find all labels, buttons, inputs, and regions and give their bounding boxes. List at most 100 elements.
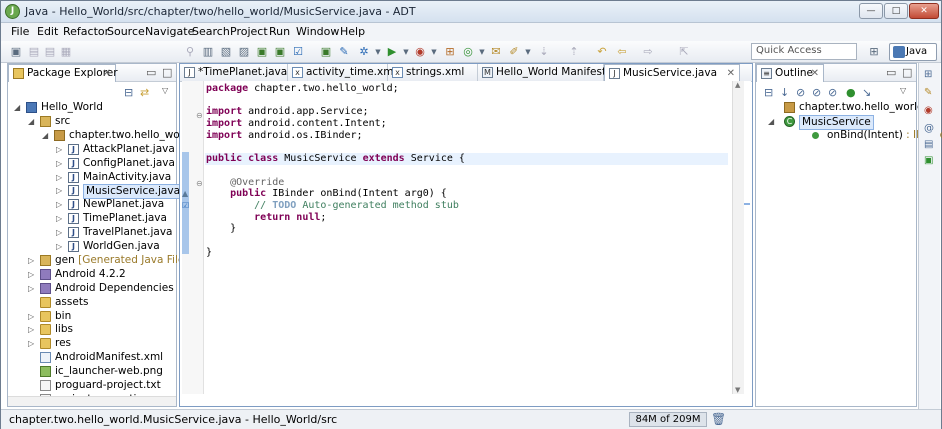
tab-timeplanet-java[interactable]: J *TimePlanet.java	[180, 64, 288, 82]
new-class-dropdown-icon[interactable]: ▼	[475, 45, 489, 59]
tab-strings-xml[interactable]: x strings.xml	[388, 64, 478, 82]
sort-icon[interactable]: ↓	[780, 86, 789, 99]
debug-icon[interactable]: ✲	[357, 45, 371, 59]
previous-annotation-icon[interactable]: ⇡	[567, 45, 581, 59]
print-icon[interactable]: ▦	[59, 45, 73, 59]
expanded-arrow-icon[interactable]: ◢	[42, 129, 48, 142]
code-line[interactable]: // TODO Auto-generated method stub	[206, 200, 459, 212]
toolbar-icon-b[interactable]: ▧	[219, 45, 233, 59]
toolbar-icon-d[interactable]: ✎	[337, 45, 351, 59]
code-line[interactable]: return null;	[206, 212, 326, 224]
android-sdk-icon[interactable]: ▣	[255, 45, 269, 59]
collapsed-arrow-icon[interactable]: ▷	[56, 226, 62, 239]
code-line[interactable]: }	[206, 247, 212, 259]
menu-search[interactable]: Search	[192, 25, 230, 38]
lint-icon[interactable]: ☑	[291, 45, 305, 59]
fold-imports-icon[interactable]: ⊖	[196, 111, 203, 120]
code-line[interactable]: public class MusicService extends Servic…	[206, 153, 465, 165]
minimize-button[interactable]: —	[859, 3, 883, 19]
tab-activity-time-xml[interactable]: x activity_time.xml	[288, 64, 396, 82]
code-line[interactable]: import android.os.IBinder;	[206, 130, 363, 142]
javadoc-icon[interactable]: @	[924, 123, 936, 135]
collapsed-arrow-icon[interactable]: ▷	[28, 268, 34, 281]
pin-editor-icon[interactable]: ⇱	[677, 45, 691, 59]
next-annotation-icon[interactable]: ⇣	[537, 45, 551, 59]
new-java-class-icon[interactable]: ◎	[461, 45, 475, 59]
close-icon[interactable]: ✕	[727, 65, 735, 82]
hide-static-icon[interactable]: ⊘	[812, 86, 821, 99]
external-tools-icon[interactable]: ◉	[413, 45, 427, 59]
search-dropdown-icon[interactable]: ▼	[521, 45, 535, 59]
menu-file[interactable]: File	[11, 25, 29, 38]
tab-package-explorer[interactable]: Package Explorer ✕	[8, 64, 118, 82]
save-all-icon[interactable]: ▤	[43, 45, 57, 59]
view-menu-icon[interactable]: ▽	[900, 86, 906, 95]
close-icon[interactable]: ✕	[103, 65, 111, 82]
collapsed-arrow-icon[interactable]: ▷	[56, 171, 62, 184]
garbage-collect-icon[interactable]: 🗑	[711, 412, 726, 426]
view-menu-icon[interactable]: ▽	[162, 86, 168, 95]
collapsed-arrow-icon[interactable]: ▷	[56, 143, 62, 156]
code-editor[interactable]: package chapter.two.hello_world;import a…	[182, 81, 751, 394]
code-line[interactable]: public IBinder onBind(Intent arg0) {	[206, 188, 447, 200]
collapsed-arrow-icon[interactable]: ▷	[56, 240, 62, 253]
maximize-view-icon[interactable]: □	[902, 66, 912, 79]
collapsed-arrow-icon[interactable]: ▷	[28, 282, 34, 295]
debug-dropdown-icon[interactable]: ▼	[371, 45, 385, 59]
problems-icon[interactable]: ◉	[924, 105, 936, 117]
collapsed-arrow-icon[interactable]: ▷	[56, 184, 62, 197]
menu-navigate[interactable]: Navigate	[145, 25, 194, 38]
editor-vertical-scrollbar[interactable]: ▲ ▼	[732, 81, 744, 394]
code-line[interactable]: package chapter.two.hello_world;	[206, 83, 399, 95]
search-icon[interactable]: ✐	[507, 45, 521, 59]
scroll-up-icon[interactable]: ▲	[735, 81, 740, 89]
horizontal-scrollbar[interactable]	[8, 396, 176, 406]
last-edit-location-icon[interactable]: ↶	[595, 45, 609, 59]
collapsed-arrow-icon[interactable]: ▷	[28, 323, 34, 336]
maximize-view-icon[interactable]: □	[162, 66, 172, 79]
scroll-down-icon[interactable]: ▼	[735, 386, 740, 394]
collapsed-arrow-icon[interactable]: ▷	[28, 310, 34, 323]
menu-help[interactable]: Help	[340, 25, 365, 38]
open-type-icon[interactable]: ✉	[489, 45, 503, 59]
toolbar-icon-c[interactable]: ▨	[237, 45, 251, 59]
code-line[interactable]: import android.content.Intent;	[206, 118, 387, 130]
collapsed-arrow-icon[interactable]: ▷	[56, 157, 62, 170]
close-icon[interactable]: ✕	[811, 65, 819, 82]
tab-hello-world-manifest[interactable]: M Hello_World Manifest	[478, 64, 606, 82]
open-perspective-icon[interactable]: ⊞	[867, 45, 881, 59]
console-icon[interactable]: ▣	[924, 155, 936, 167]
menu-refactor[interactable]: Refactor	[63, 25, 109, 38]
menu-run[interactable]: Run	[269, 25, 290, 38]
collapsed-arrow-icon[interactable]: ▷	[28, 337, 34, 350]
new-android-project-icon[interactable]: ▣	[319, 45, 333, 59]
collapsed-arrow-icon[interactable]: ▷	[56, 212, 62, 225]
menu-edit[interactable]: Edit	[37, 25, 58, 38]
restore-icon[interactable]: ⊞	[924, 69, 936, 81]
declaration-icon[interactable]: ▤	[924, 139, 936, 151]
hide-fields-icon[interactable]: ⊘	[796, 86, 805, 99]
save-icon[interactable]: ▤	[27, 45, 41, 59]
new-icon[interactable]: ▣	[9, 45, 23, 59]
quick-access-input[interactable]: Quick Access	[751, 43, 857, 60]
expanded-arrow-icon[interactable]: ◢	[28, 115, 34, 128]
new-java-package-icon[interactable]: ⊞	[443, 45, 457, 59]
forward-icon[interactable]: ⇨	[641, 45, 655, 59]
code-line[interactable]: import android.app.Service;	[206, 106, 369, 118]
collapse-all-icon[interactable]: ⊟	[764, 86, 773, 99]
link-with-editor-icon[interactable]: ↘	[862, 86, 871, 99]
fold-method-icon[interactable]: ⊖	[196, 179, 203, 188]
overview-ruler-mark[interactable]	[744, 203, 750, 205]
expanded-arrow-icon[interactable]: ◢	[768, 115, 774, 128]
toolbar-icon-a[interactable]: ▥	[201, 45, 215, 59]
collapse-all-icon[interactable]: ⊟	[124, 86, 133, 99]
back-icon[interactable]: ⇦	[615, 45, 629, 59]
minimize-view-icon[interactable]: ▭	[146, 66, 156, 79]
collapsed-arrow-icon[interactable]: ▷	[56, 198, 62, 211]
external-tools-dropdown-icon[interactable]: ▼	[427, 45, 441, 59]
minimize-view-icon[interactable]: ▭	[886, 66, 896, 79]
menu-source[interactable]: Source	[107, 25, 145, 38]
tab-outline[interactable]: ≡ Outline ✕	[756, 64, 824, 82]
link-with-editor-icon[interactable]: ⇄	[140, 86, 149, 99]
avd-manager-icon[interactable]: ▣	[273, 45, 287, 59]
